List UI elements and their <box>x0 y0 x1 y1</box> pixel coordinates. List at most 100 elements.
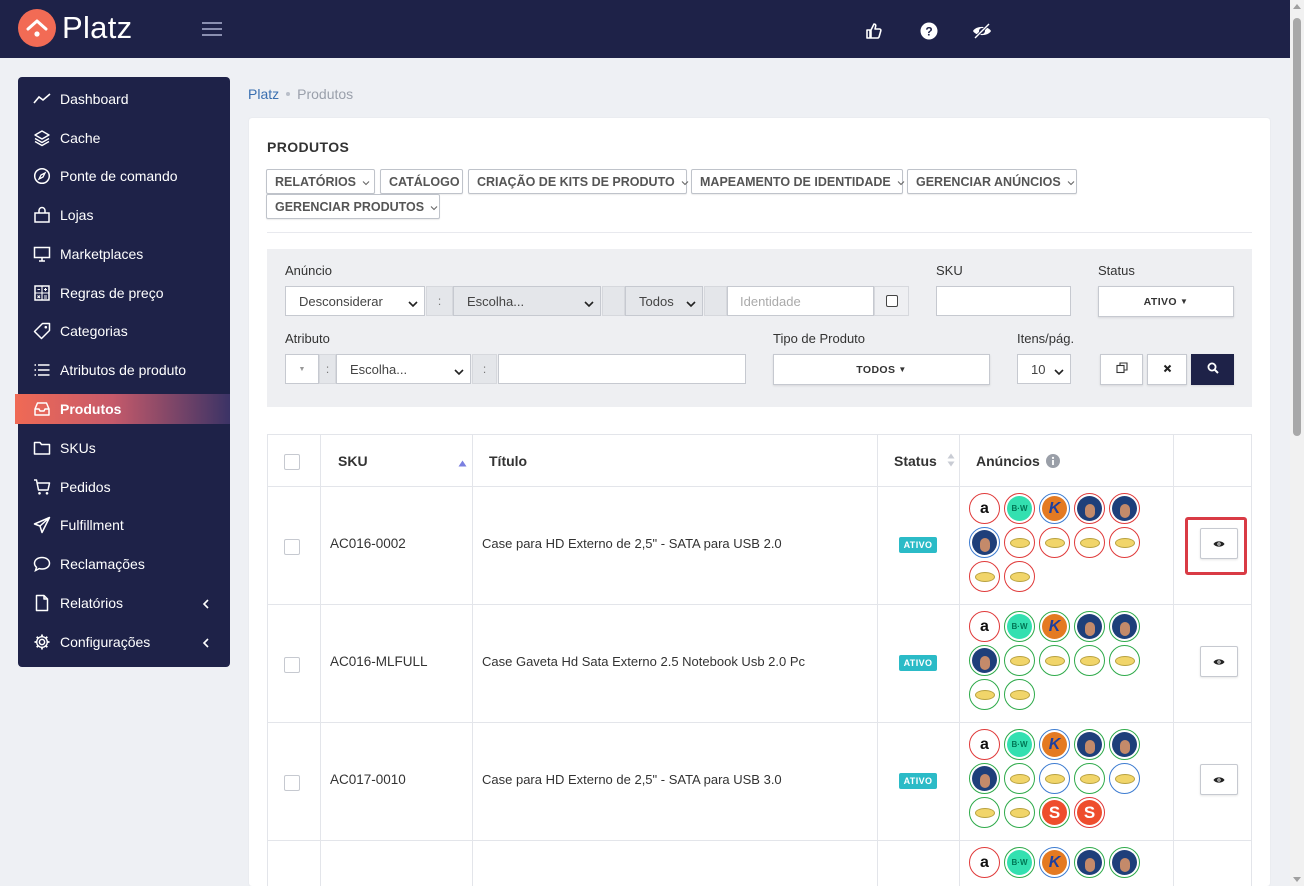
bowl-marketplace-icon[interactable] <box>1004 527 1035 558</box>
avatar-marketplace-icon[interactable] <box>1109 611 1140 642</box>
toolbar-catalogo-button[interactable]: CATÁLOGO <box>380 169 463 194</box>
amazon-marketplace-icon[interactable]: a <box>969 611 1000 642</box>
atributo-operator-select[interactable]: ▼ <box>285 354 319 384</box>
bw-marketplace-icon[interactable]: B·W <box>1004 847 1035 878</box>
amazon-marketplace-icon[interactable]: a <box>969 729 1000 760</box>
view-button[interactable] <box>1200 764 1238 795</box>
atributo-choice-select[interactable]: Escolha... <box>336 354 471 384</box>
bowl-marketplace-icon[interactable] <box>1039 527 1070 558</box>
sidebar-item-regras-de-preco[interactable]: Regras de preço <box>18 278 230 308</box>
bowl-marketplace-icon[interactable] <box>1074 645 1105 676</box>
app-logo[interactable]: Platz <box>18 9 132 47</box>
sidebar-item-ponte-de-comando[interactable]: Ponte de comando <box>18 161 230 191</box>
view-button[interactable] <box>1200 646 1238 677</box>
scroll-down-arrow-icon[interactable] <box>1293 877 1301 882</box>
avatar-marketplace-icon[interactable] <box>1109 493 1140 524</box>
bowl-marketplace-icon[interactable] <box>969 561 1000 592</box>
bowl-marketplace-icon[interactable] <box>969 797 1000 828</box>
avatar-marketplace-icon[interactable] <box>1109 729 1140 760</box>
bowl-marketplace-icon[interactable] <box>1004 561 1035 592</box>
status-column-header[interactable]: Status <box>894 435 959 486</box>
scroll-thumb[interactable] <box>1293 18 1301 436</box>
sidebar-item-atributos-de-produto[interactable]: Atributos de produto <box>18 355 230 385</box>
info-icon[interactable] <box>1045 453 1060 468</box>
avatar-marketplace-icon[interactable] <box>969 527 1000 558</box>
status-dropdown[interactable]: ATIVO ▼ <box>1098 286 1234 317</box>
sidebar-item-marketplaces[interactable]: Marketplaces <box>18 239 230 269</box>
sidebar-item-reclamacoes[interactable]: Reclamações <box>18 549 230 579</box>
bowl-marketplace-icon[interactable] <box>1039 763 1070 794</box>
k-marketplace-icon[interactable]: K <box>1039 493 1070 524</box>
bw-marketplace-icon[interactable]: B·W <box>1004 729 1035 760</box>
scroll-up-arrow-icon[interactable] <box>1293 4 1301 9</box>
avatar-marketplace-icon[interactable] <box>969 645 1000 676</box>
avatar-marketplace-icon[interactable] <box>1074 729 1105 760</box>
bowl-marketplace-icon[interactable] <box>1074 527 1105 558</box>
bowl-marketplace-icon[interactable] <box>1109 527 1140 558</box>
toolbar-gerenciar-anuncios-dropdown[interactable]: GERENCIAR ANÚNCIOS <box>907 169 1077 194</box>
anuncio-mode-select[interactable]: Desconsiderar <box>285 286 425 316</box>
shopee-marketplace-icon[interactable]: S <box>1074 797 1105 828</box>
sidebar-item-pedidos[interactable]: Pedidos <box>18 472 230 502</box>
help-icon[interactable]: ? <box>920 22 938 40</box>
avatar-marketplace-icon[interactable] <box>1074 493 1105 524</box>
bw-marketplace-icon[interactable]: B·W <box>1004 493 1035 524</box>
row-titulo[interactable]: Case Gaveta Hd Sata Externo 2.5 Notebook… <box>482 654 805 669</box>
search-button[interactable] <box>1191 354 1234 385</box>
eye-slash-icon[interactable] <box>972 22 992 40</box>
row-checkbox[interactable] <box>284 657 300 673</box>
bowl-marketplace-icon[interactable] <box>969 679 1000 710</box>
toolbar-gerenciar-produtos-dropdown[interactable]: GERENCIAR PRODUTOS <box>266 194 440 219</box>
menu-toggle-icon[interactable] <box>202 22 222 36</box>
k-marketplace-icon[interactable]: K <box>1039 729 1070 760</box>
amazon-marketplace-icon[interactable]: a <box>969 847 1000 878</box>
tipo-produto-dropdown[interactable]: TODOS ▼ <box>773 354 990 385</box>
sidebar-item-configuracoes[interactable]: Configurações <box>18 627 230 657</box>
bowl-marketplace-icon[interactable] <box>1004 645 1035 676</box>
anuncio-scope-select[interactable]: Todos <box>625 286 703 316</box>
anuncios-column-header[interactable]: Anúncios <box>976 435 1060 486</box>
breadcrumb-root-link[interactable]: Platz <box>248 86 279 102</box>
bw-marketplace-icon[interactable]: B·W <box>1004 611 1035 642</box>
toolbar-criacao-kits-dropdown[interactable]: CRIAÇÃO DE KITS DE PRODUTO <box>468 169 689 194</box>
row-checkbox[interactable] <box>284 539 300 555</box>
view-button[interactable] <box>1200 528 1238 559</box>
identidade-checkbox[interactable] <box>885 295 898 307</box>
select-all-checkbox[interactable] <box>284 454 300 470</box>
titulo-column-header[interactable]: Título <box>489 435 527 486</box>
identidade-input[interactable]: Identidade <box>727 286 874 316</box>
toolbar-mapeamento-dropdown[interactable]: MAPEAMENTO DE IDENTIDADE <box>691 169 905 194</box>
sidebar-item-categorias[interactable]: Categorias <box>18 316 230 346</box>
sidebar-item-lojas[interactable]: Lojas <box>18 200 230 230</box>
bowl-marketplace-icon[interactable] <box>1004 797 1035 828</box>
page-scrollbar[interactable] <box>1290 0 1304 886</box>
k-marketplace-icon[interactable]: K <box>1039 847 1070 878</box>
itens-por-pagina-select[interactable]: 10 <box>1017 354 1071 384</box>
clear-filter-button[interactable] <box>1147 354 1187 385</box>
bowl-marketplace-icon[interactable] <box>1039 645 1070 676</box>
bowl-marketplace-icon[interactable] <box>1074 763 1105 794</box>
sidebar-item-dashboard[interactable]: Dashboard <box>18 84 230 114</box>
sidebar-item-produtos[interactable]: Produtos <box>15 394 230 424</box>
sidebar-item-relatorios[interactable]: Relatórios <box>18 588 230 618</box>
bowl-marketplace-icon[interactable] <box>1109 645 1140 676</box>
avatar-marketplace-icon[interactable] <box>1074 847 1105 878</box>
avatar-marketplace-icon[interactable] <box>969 763 1000 794</box>
shopee-marketplace-icon[interactable]: S <box>1039 797 1070 828</box>
anuncio-choice-select[interactable]: Escolha... <box>453 286 601 316</box>
bowl-marketplace-icon[interactable] <box>1004 679 1035 710</box>
atributo-value-input[interactable] <box>498 354 746 384</box>
thumbs-up-icon[interactable] <box>865 22 883 40</box>
avatar-marketplace-icon[interactable] <box>1109 847 1140 878</box>
toolbar-relatorios-dropdown[interactable]: RELATÓRIOS <box>266 169 375 194</box>
sidebar-item-cache[interactable]: Cache <box>18 123 230 153</box>
sidebar-item-skus[interactable]: SKUs <box>18 433 230 463</box>
sku-input[interactable] <box>936 286 1071 316</box>
k-marketplace-icon[interactable]: K <box>1039 611 1070 642</box>
sku-column-header[interactable]: SKU <box>338 435 472 486</box>
copy-filter-button[interactable] <box>1100 354 1143 385</box>
row-checkbox[interactable] <box>284 775 300 791</box>
amazon-marketplace-icon[interactable]: a <box>969 493 1000 524</box>
bowl-marketplace-icon[interactable] <box>1004 763 1035 794</box>
bowl-marketplace-icon[interactable] <box>1109 763 1140 794</box>
